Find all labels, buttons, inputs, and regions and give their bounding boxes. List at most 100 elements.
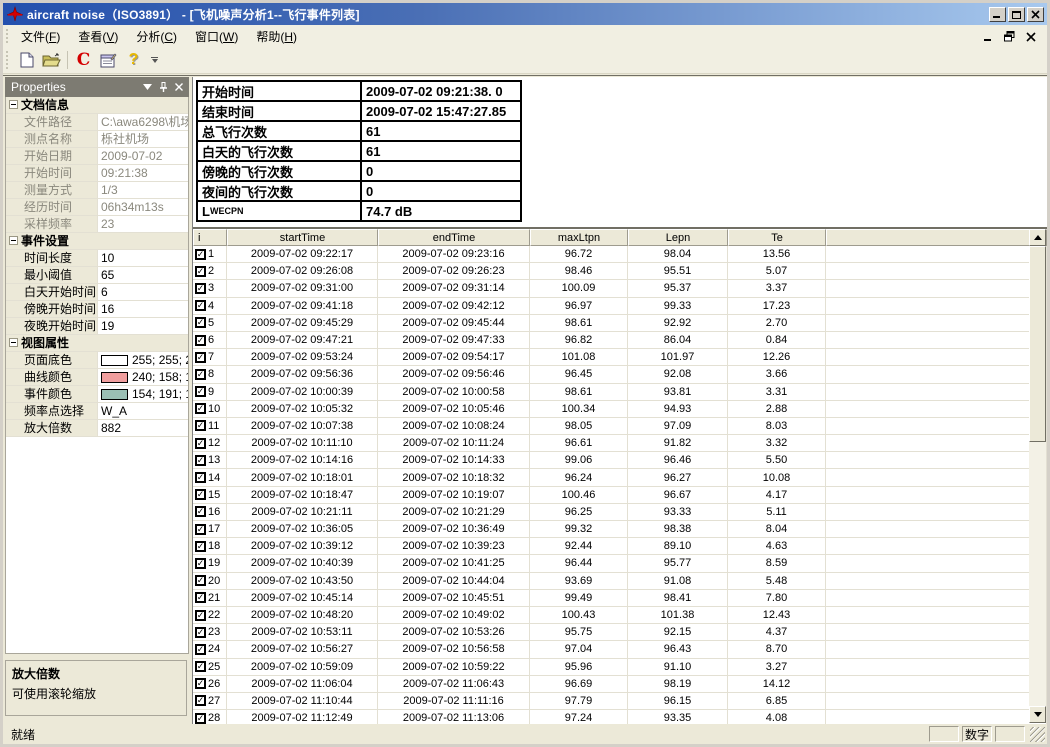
new-document-button[interactable] [14,49,39,72]
row-checkbox[interactable]: ✓ [195,695,206,706]
row-checkbox[interactable]: ✓ [195,524,206,535]
mdi-minimize-button[interactable] [982,30,995,42]
collapse-minus-icon[interactable] [9,100,18,109]
row-checkbox[interactable]: ✓ [195,592,206,603]
row-checkbox[interactable]: ✓ [195,661,206,672]
menu-item-help[interactable]: 帮助(H) [247,26,306,47]
row-checkbox[interactable]: ✓ [195,249,206,260]
row-checkbox[interactable]: ✓ [195,610,206,621]
open-file-button[interactable] [39,49,64,72]
menu-item-analyze[interactable]: 分析(C) [127,26,186,47]
color-swatch[interactable] [101,355,128,366]
event-row[interactable]: ✓262009-07-02 11:06:042009-07-02 11:06:4… [193,676,1047,693]
menu-item-window[interactable]: 窗口(W) [186,26,247,47]
property-value[interactable]: 栎社机场 [98,131,188,147]
event-row[interactable]: ✓272009-07-02 11:10:442009-07-02 11:11:1… [193,693,1047,710]
row-checkbox[interactable]: ✓ [195,541,206,552]
property-value[interactable]: 09:21:38 [98,165,188,181]
event-row[interactable]: ✓232009-07-02 10:53:112009-07-02 10:53:2… [193,624,1047,641]
event-row[interactable]: ✓32009-07-02 09:31:002009-07-02 09:31:14… [193,280,1047,297]
event-row[interactable]: ✓242009-07-02 10:56:272009-07-02 10:56:5… [193,641,1047,658]
property-value[interactable]: 19 [98,318,188,334]
calibrate-button[interactable]: C [71,49,96,72]
property-value[interactable]: 1/3 [98,182,188,198]
row-checkbox[interactable]: ✓ [195,506,206,517]
property-value[interactable]: 154; 191; 18 [98,386,188,402]
row-checkbox[interactable]: ✓ [195,352,206,363]
menubar-grip[interactable] [5,28,10,44]
row-checkbox[interactable]: ✓ [195,489,206,500]
scroll-up-button[interactable] [1029,229,1046,246]
event-row[interactable]: ✓72009-07-02 09:53:242009-07-02 09:54:17… [193,349,1047,366]
event-row[interactable]: ✓22009-07-02 09:26:082009-07-02 09:26:23… [193,263,1047,280]
menu-item-file[interactable]: 文件(F) [12,26,69,47]
row-checkbox[interactable]: ✓ [195,455,206,466]
event-row[interactable]: ✓152009-07-02 10:18:472009-07-02 10:19:0… [193,487,1047,504]
toolbar-grip[interactable] [5,50,10,70]
event-row[interactable]: ✓92009-07-02 10:00:392009-07-02 10:00:58… [193,384,1047,401]
property-value[interactable]: 06h34m13s [98,199,188,215]
row-checkbox[interactable]: ✓ [195,283,206,294]
row-checkbox[interactable]: ✓ [195,558,206,569]
event-row[interactable]: ✓112009-07-02 10:07:382009-07-02 10:08:2… [193,418,1047,435]
row-checkbox[interactable]: ✓ [195,335,206,346]
event-row[interactable]: ✓162009-07-02 10:21:112009-07-02 10:21:2… [193,504,1047,521]
event-row[interactable]: ✓12009-07-02 09:22:172009-07-02 09:23:16… [193,246,1047,263]
event-row[interactable]: ✓282009-07-02 11:12:492009-07-02 11:13:0… [193,710,1047,724]
property-value[interactable]: 255; 255; 25 [98,352,188,368]
property-value[interactable]: 2009-07-02 [98,148,188,164]
property-value[interactable]: 16 [98,301,188,317]
column-header-Te[interactable]: Te [728,229,826,246]
row-checkbox[interactable]: ✓ [195,713,206,724]
event-row[interactable]: ✓252009-07-02 10:59:092009-07-02 10:59:2… [193,659,1047,676]
event-row[interactable]: ✓62009-07-02 09:47:212009-07-02 09:47:33… [193,332,1047,349]
minimize-button[interactable] [989,7,1006,22]
help-button[interactable]: ? [121,49,146,72]
row-checkbox[interactable]: ✓ [195,317,206,328]
row-checkbox[interactable]: ✓ [195,266,206,277]
event-row[interactable]: ✓222009-07-02 10:48:202009-07-02 10:49:0… [193,607,1047,624]
mdi-close-button[interactable] [1024,30,1037,42]
column-header-i[interactable]: i [193,229,227,246]
panel-close-icon[interactable] [175,83,183,91]
event-row[interactable]: ✓52009-07-02 09:45:292009-07-02 09:45:44… [193,315,1047,332]
collapse-minus-icon[interactable] [9,338,18,347]
vertical-scrollbar[interactable] [1029,229,1046,723]
property-value[interactable]: 882 [98,420,188,436]
event-row[interactable]: ✓82009-07-02 09:56:362009-07-02 09:56:46… [193,366,1047,383]
property-value[interactable]: W_A [98,403,188,419]
row-checkbox[interactable]: ✓ [195,627,206,638]
event-row[interactable]: ✓172009-07-02 10:36:052009-07-02 10:36:4… [193,521,1047,538]
column-header-Lepn[interactable]: Lepn [628,229,728,246]
row-checkbox[interactable]: ✓ [195,420,206,431]
event-row[interactable]: ✓142009-07-02 10:18:012009-07-02 10:18:3… [193,469,1047,486]
property-value[interactable]: 240; 158; 15 [98,369,188,385]
row-checkbox[interactable]: ✓ [195,438,206,449]
toolbar-overflow-button[interactable] [148,49,161,72]
scroll-down-button[interactable] [1029,706,1046,723]
property-value[interactable]: 6 [98,284,188,300]
menu-item-view[interactable]: 查看(V) [69,26,127,47]
column-header-maxLtpn[interactable]: maxLtpn [530,229,628,246]
event-row[interactable]: ✓102009-07-02 10:05:322009-07-02 10:05:4… [193,401,1047,418]
event-row[interactable]: ✓42009-07-02 09:41:182009-07-02 09:42:12… [193,298,1047,315]
property-section-header[interactable]: 文档信息 [6,97,188,114]
panel-pin-icon[interactable] [159,82,168,92]
event-row[interactable]: ✓212009-07-02 10:45:142009-07-02 10:45:5… [193,590,1047,607]
maximize-button[interactable] [1008,7,1025,22]
row-checkbox[interactable]: ✓ [195,403,206,414]
event-row[interactable]: ✓132009-07-02 10:14:162009-07-02 10:14:3… [193,452,1047,469]
row-checkbox[interactable]: ✓ [195,386,206,397]
column-header-startTime[interactable]: startTime [227,229,378,246]
property-value[interactable]: 10 [98,250,188,266]
row-checkbox[interactable]: ✓ [195,575,206,586]
color-swatch[interactable] [101,389,128,400]
row-checkbox[interactable]: ✓ [195,644,206,655]
event-row[interactable]: ✓182009-07-02 10:39:122009-07-02 10:39:2… [193,538,1047,555]
event-row[interactable]: ✓122009-07-02 10:11:102009-07-02 10:11:2… [193,435,1047,452]
collapse-minus-icon[interactable] [9,236,18,245]
property-value[interactable]: C:\awa6298\机场 [98,114,188,130]
scrollbar-thumb[interactable] [1029,246,1046,442]
row-checkbox[interactable]: ✓ [195,369,206,380]
resize-grip[interactable] [1030,727,1045,742]
